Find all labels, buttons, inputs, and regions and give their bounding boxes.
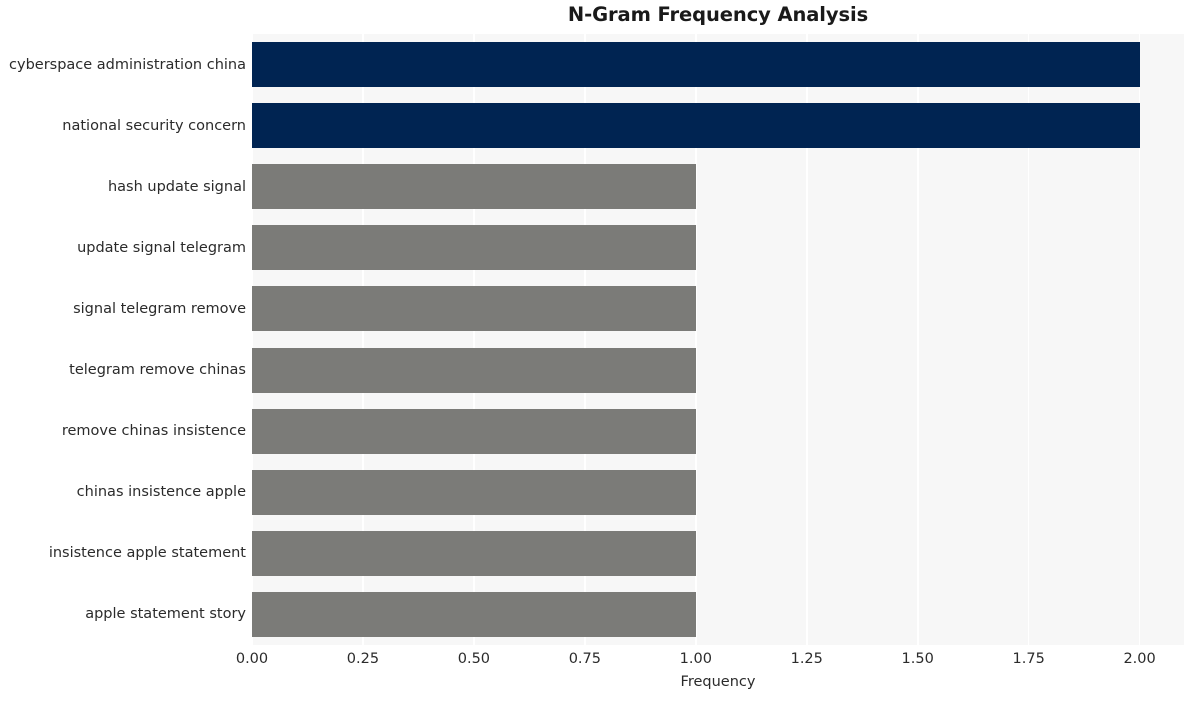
x-axis-tick-label: 2.00 xyxy=(1123,651,1156,667)
bar xyxy=(252,530,696,576)
x-axis-tick-label: 1.75 xyxy=(1012,651,1045,667)
x-axis-tick-label: 1.25 xyxy=(790,651,823,667)
x-axis-tick-label: 0.75 xyxy=(568,651,601,667)
bar xyxy=(252,591,696,637)
y-axis-tick-label: signal telegram remove xyxy=(73,300,246,317)
y-axis-tick-label: national security concern xyxy=(62,117,246,134)
x-axis-tick-label: 0.25 xyxy=(346,651,380,667)
x-axis-tick-label: 0.00 xyxy=(235,651,269,667)
bar xyxy=(252,408,696,454)
bar xyxy=(252,164,696,210)
x-axis-tick-label: 1.00 xyxy=(679,651,712,667)
bar xyxy=(252,225,696,271)
bar xyxy=(252,347,696,393)
y-axis-tick-label: hash update signal xyxy=(107,178,246,195)
y-axis-tick-label: update signal telegram xyxy=(77,239,246,256)
x-axis-tick-labels: 0.00 0.25 0.50 0.75 1.00 1.25 1.50 1.75 2.00 xyxy=(0,650,1192,672)
bar xyxy=(252,286,696,332)
plot-area xyxy=(252,34,1184,645)
x-axis-tick-label: 0.50 xyxy=(457,651,491,667)
chart-figure: N-Gram Frequency Analysis cyberspace adm… xyxy=(0,0,1192,701)
y-axis-tick-label: chinas insistence apple xyxy=(76,484,246,501)
y-axis-tick-label: insistence apple statement xyxy=(48,545,246,562)
chart-title: N-Gram Frequency Analysis xyxy=(567,3,869,26)
bar xyxy=(252,469,696,515)
y-axis-tick-label: telegram remove chinas xyxy=(69,362,246,379)
y-axis-tick-label: cyberspace administration china xyxy=(9,56,246,73)
x-axis-title: Frequency xyxy=(680,674,756,690)
bar xyxy=(252,103,1140,149)
y-axis-tick-label: remove chinas insistence xyxy=(61,423,246,440)
bar xyxy=(252,42,1140,88)
y-axis-tick-label: apple statement story xyxy=(85,606,246,623)
y-axis-tick-labels: cyberspace administration china national … xyxy=(0,34,246,645)
x-axis-tick-label: 1.50 xyxy=(901,651,934,667)
